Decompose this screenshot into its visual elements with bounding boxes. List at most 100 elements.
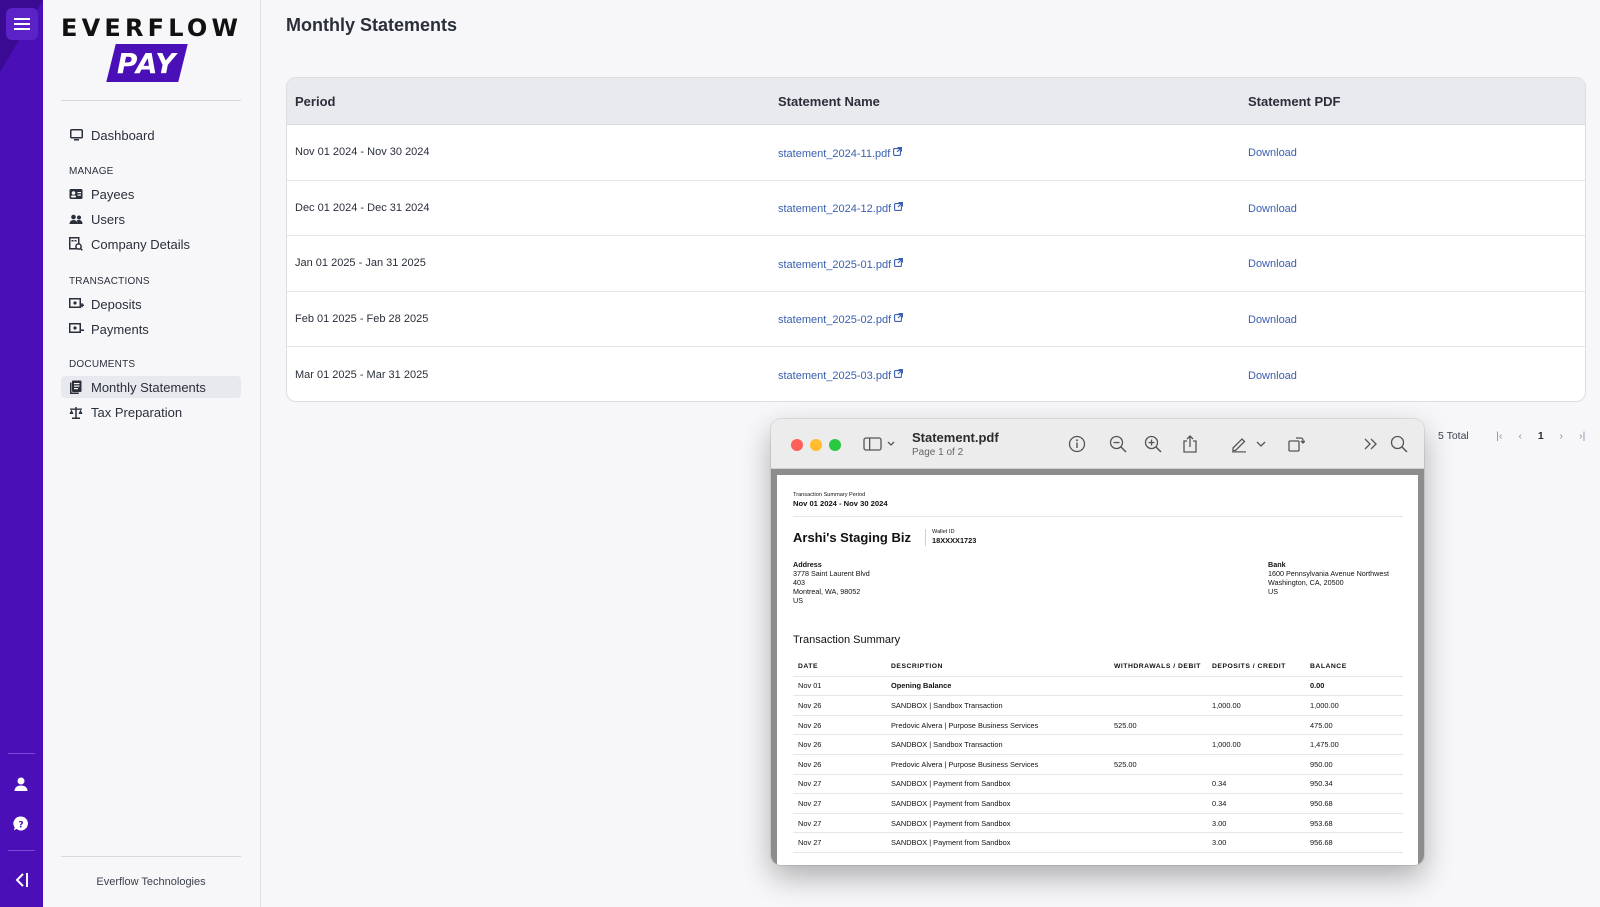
info-icon[interactable]	[1067, 434, 1087, 454]
more-chevrons-icon[interactable]	[1361, 434, 1381, 454]
transaction-row: Nov 27 SANDBOX | Payment from Sandbox 0.34…	[793, 794, 1403, 814]
doc-divider	[793, 516, 1403, 517]
pdf-viewer-window: Statement.pdf Page 1 of 2 Transaction Su…	[771, 419, 1424, 865]
statement-pdf-cell: Download	[1248, 310, 1585, 328]
column-header-period: Period	[295, 93, 336, 109]
company-footer: Everflow Technologies	[96, 876, 206, 888]
column-header-statement-name: Statement Name	[778, 93, 880, 109]
rail-divider	[8, 753, 35, 754]
logo-wordmark: EVERFLOW	[61, 14, 243, 42]
statement-pdf-cell: Download	[1248, 143, 1585, 161]
transaction-row: Nov 01 Opening Balance 0.00	[793, 677, 1403, 697]
period-label: Transaction Summary Period	[793, 492, 866, 498]
markup-chevron-icon[interactable]	[1254, 434, 1268, 454]
tx-description: Opening Balance	[891, 681, 952, 691]
sidebar-item-deposits[interactable]: Deposits	[61, 293, 241, 315]
period-cell: Feb 01 2025 - Feb 28 2025	[295, 312, 429, 325]
prev-page-button[interactable]: ‹	[1510, 430, 1531, 442]
statement-link[interactable]: statement_2025-03.pdf	[778, 370, 891, 382]
external-link-icon[interactable]	[894, 198, 904, 216]
page-number-button[interactable]: 1	[1531, 430, 1551, 442]
section-label-transactions: TRANSACTIONS	[69, 276, 150, 287]
logo[interactable]: EVERFLOW PAY	[61, 14, 241, 84]
statement-link[interactable]: statement_2024-12.pdf	[778, 203, 891, 215]
tx-deposit: 1,000.00	[1212, 740, 1241, 750]
download-link[interactable]: Download	[1248, 370, 1297, 382]
address-line: US	[793, 596, 803, 605]
download-link[interactable]: Download	[1248, 203, 1297, 215]
markup-pen-icon[interactable]	[1229, 434, 1249, 454]
pdf-page-info: Page 1 of 2	[912, 447, 964, 458]
statement-link[interactable]: statement_2024-11.pdf	[778, 148, 890, 160]
download-link[interactable]: Download	[1248, 147, 1297, 159]
sidebar-item-monthly-statements[interactable]: Monthly Statements	[61, 376, 241, 398]
profile-icon[interactable]	[9, 772, 33, 796]
tx-balance: 950.34	[1310, 779, 1333, 789]
next-page-button[interactable]: ›	[1551, 430, 1572, 442]
wallet-label: Wallet ID	[932, 529, 955, 535]
zoom-out-icon[interactable]	[1108, 434, 1128, 454]
payment-icon	[68, 321, 84, 337]
statement-link[interactable]: statement_2025-01.pdf	[778, 259, 891, 271]
external-link-icon[interactable]	[894, 365, 904, 383]
statement-pdf-cell: Download	[1248, 366, 1585, 384]
tx-deposit: 1,000.00	[1212, 700, 1241, 710]
statements-table: Period Statement Name Statement PDF Nov …	[286, 77, 1586, 402]
sidebar-item-label: Deposits	[91, 296, 142, 312]
page-title: Monthly Statements	[286, 15, 458, 35]
statement-name-cell: statement_2024-11.pdf	[778, 143, 1248, 162]
download-link[interactable]: Download	[1248, 258, 1297, 270]
bank-line: US	[1268, 587, 1278, 596]
sidebar-item-payees[interactable]: Payees	[61, 183, 241, 205]
hamburger-icon	[14, 18, 30, 30]
first-page-button[interactable]: |‹	[1489, 430, 1510, 442]
sidebar-item-payments[interactable]: Payments	[61, 318, 241, 340]
rail-divider	[8, 850, 35, 851]
business-name: Arshi's Staging Biz	[793, 530, 911, 545]
close-window-button[interactable]	[791, 439, 803, 451]
svg-text:?: ?	[18, 820, 23, 830]
download-link[interactable]: Download	[1248, 314, 1297, 326]
collapse-sidebar-icon[interactable]	[9, 868, 33, 892]
statement-link[interactable]: statement_2025-02.pdf	[778, 314, 891, 326]
last-page-button[interactable]: ›|	[1572, 430, 1593, 442]
tx-date: Nov 27	[798, 779, 822, 789]
share-icon[interactable]	[1180, 434, 1200, 454]
menu-button[interactable]	[6, 8, 38, 40]
period-value: Nov 01 2024 - Nov 30 2024	[793, 499, 888, 508]
zoom-in-icon[interactable]	[1143, 434, 1163, 454]
statement-pdf-cell: Download	[1248, 199, 1585, 217]
minimize-window-button[interactable]	[810, 439, 822, 451]
transaction-table-header: DATE DESCRIPTION WITHDRAWALS / DEBIT DEP…	[793, 657, 1403, 677]
bank-line: 1600 Pennsylvania Avenue Northwest	[1268, 569, 1389, 578]
doc-separator	[925, 529, 926, 546]
sidebar-toggle-icon[interactable]	[863, 434, 897, 454]
payee-card-icon	[68, 186, 84, 202]
tx-description: SANDBOX | Payment from Sandbox	[891, 818, 1011, 828]
maximize-window-button[interactable]	[829, 439, 841, 451]
tx-date: Nov 26	[798, 740, 822, 750]
sidebar-item-tax-preparation[interactable]: Tax Preparation	[61, 401, 241, 423]
search-icon[interactable]	[1389, 434, 1409, 454]
tx-deposit: 3.00	[1212, 838, 1227, 848]
table-row: Mar 01 2025 - Mar 31 2025 statement_2025…	[287, 347, 1585, 401]
sidebar-item-users[interactable]: Users	[61, 208, 241, 230]
tx-date: Nov 26	[798, 720, 822, 730]
sidebar-item-label: Users	[91, 211, 125, 227]
tx-deposit: 0.34	[1212, 798, 1227, 808]
tx-withdrawal: 525.00	[1114, 720, 1137, 730]
help-icon[interactable]: ?	[9, 812, 33, 836]
rotate-icon[interactable]	[1286, 434, 1306, 454]
sidebar-item-company-details[interactable]: Company Details	[61, 233, 241, 255]
external-link-icon[interactable]	[894, 309, 904, 327]
tx-date: Nov 26	[798, 759, 822, 769]
external-link-icon[interactable]	[893, 143, 903, 161]
pdf-canvas[interactable]: Transaction Summary Period Nov 01 2024 -…	[771, 469, 1424, 865]
wallet-id: 18XXXX1723	[932, 536, 977, 545]
total-count: 5 Total	[1438, 430, 1469, 442]
external-link-icon[interactable]	[894, 254, 904, 272]
pdf-toolbar: Statement.pdf Page 1 of 2	[771, 419, 1424, 469]
period-cell: Nov 01 2024 - Nov 30 2024	[295, 146, 430, 159]
transaction-row: Nov 26 SANDBOX | Sandbox Transaction 1,000…	[793, 696, 1403, 716]
sidebar-item-dashboard[interactable]: Dashboard	[61, 124, 241, 146]
